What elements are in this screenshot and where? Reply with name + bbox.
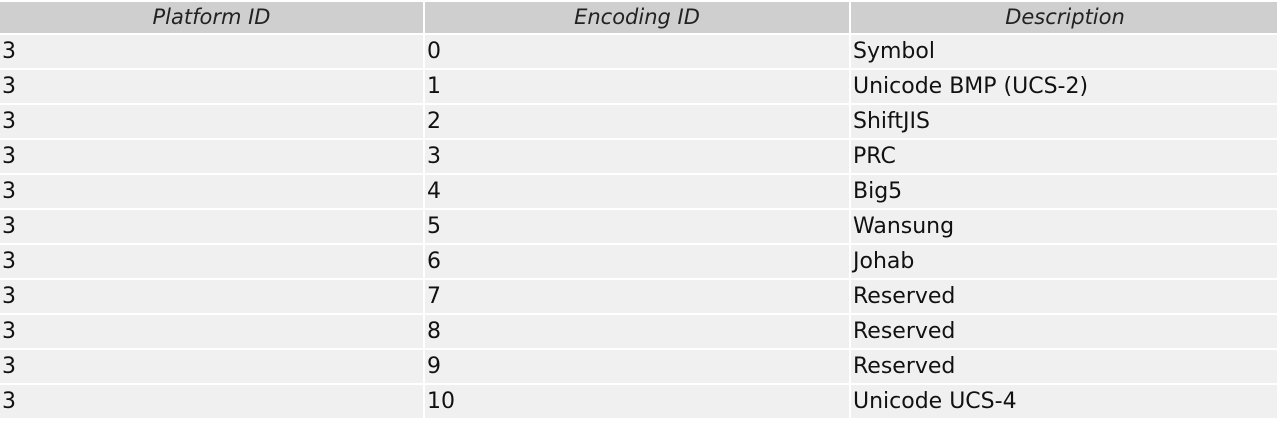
encoding-id-cell: 3 [425, 140, 849, 173]
header-encoding-id: Encoding ID [425, 2, 849, 33]
table-row: 3 1 Unicode BMP (UCS-2) [0, 70, 1277, 103]
encoding-id-cell: 0 [425, 35, 849, 68]
description-cell: Unicode BMP (UCS-2) [851, 70, 1277, 103]
encoding-id-cell: 7 [425, 280, 849, 313]
table-row: 3 9 Reserved [0, 350, 1277, 383]
encoding-id-cell: 1 [425, 70, 849, 103]
platform-id-cell: 3 [0, 70, 423, 103]
description-cell: Unicode UCS-4 [851, 385, 1277, 418]
header-platform-id: Platform ID [0, 2, 423, 33]
description-cell: Big5 [851, 175, 1277, 208]
platform-id-cell: 3 [0, 35, 423, 68]
table-body: 3 0 Symbol 3 1 Unicode BMP (UCS-2) 3 2 S… [0, 35, 1277, 418]
table-row: 3 8 Reserved [0, 315, 1277, 348]
description-cell: Johab [851, 245, 1277, 278]
encoding-id-cell: 4 [425, 175, 849, 208]
description-cell: Reserved [851, 350, 1277, 383]
table-row: 3 6 Johab [0, 245, 1277, 278]
encoding-table: Platform ID Encoding ID Description 3 0 … [0, 0, 1277, 420]
table-row: 3 5 Wansung [0, 210, 1277, 243]
description-cell: PRC [851, 140, 1277, 173]
encoding-id-cell: 8 [425, 315, 849, 348]
encoding-id-cell: 10 [425, 385, 849, 418]
platform-id-cell: 3 [0, 210, 423, 243]
platform-id-cell: 3 [0, 140, 423, 173]
table-row: 3 2 ShiftJIS [0, 105, 1277, 138]
description-cell: Reserved [851, 315, 1277, 348]
table-row: 3 0 Symbol [0, 35, 1277, 68]
table-row: 3 10 Unicode UCS-4 [0, 385, 1277, 418]
platform-id-cell: 3 [0, 385, 423, 418]
encoding-id-cell: 5 [425, 210, 849, 243]
table-header: Platform ID Encoding ID Description [0, 2, 1277, 33]
platform-id-cell: 3 [0, 175, 423, 208]
platform-id-cell: 3 [0, 315, 423, 348]
platform-id-cell: 3 [0, 105, 423, 138]
description-cell: Wansung [851, 210, 1277, 243]
header-description: Description [851, 2, 1277, 33]
platform-id-cell: 3 [0, 350, 423, 383]
description-cell: Reserved [851, 280, 1277, 313]
platform-id-cell: 3 [0, 245, 423, 278]
description-cell: Symbol [851, 35, 1277, 68]
encoding-id-cell: 6 [425, 245, 849, 278]
description-cell: ShiftJIS [851, 105, 1277, 138]
table-row: 3 3 PRC [0, 140, 1277, 173]
encoding-id-cell: 9 [425, 350, 849, 383]
header-row: Platform ID Encoding ID Description [0, 2, 1277, 33]
platform-id-cell: 3 [0, 280, 423, 313]
table-row: 3 7 Reserved [0, 280, 1277, 313]
table-row: 3 4 Big5 [0, 175, 1277, 208]
encoding-id-cell: 2 [425, 105, 849, 138]
